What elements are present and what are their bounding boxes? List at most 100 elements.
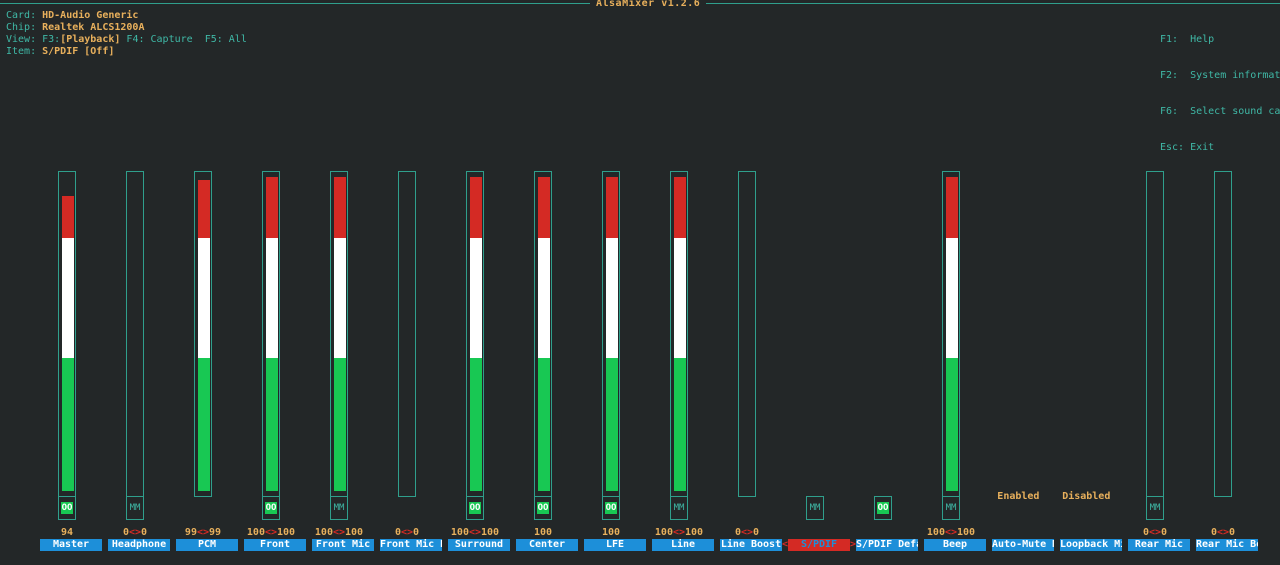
volume-slider[interactable] (942, 171, 960, 497)
mute-switch[interactable]: MM (126, 496, 144, 520)
level-high (674, 177, 686, 238)
chip-row: Chip: Realtek ALCS1200A (6, 22, 247, 34)
level-low (470, 358, 482, 491)
volume-slider[interactable] (194, 171, 212, 497)
switch-on-indicator: OO (877, 502, 889, 514)
mute-switch[interactable]: OO (466, 496, 484, 520)
level-low (674, 358, 686, 491)
channel-label[interactable]: Headphone (108, 539, 170, 551)
level-low (198, 358, 210, 491)
volume-value: 0<>0 (1210, 527, 1236, 538)
item-label: Item: (6, 46, 43, 57)
item-row: Item: S/PDIF [Off] (6, 46, 247, 58)
switch-muted-indicator: MM (673, 503, 685, 513)
level-high (198, 180, 210, 238)
channel-label[interactable]: Line (652, 539, 714, 551)
volume-slider[interactable] (602, 171, 620, 497)
level-mid (946, 238, 958, 358)
window-title: AlsaMixer v1.2.6 (590, 0, 707, 10)
level-low (538, 358, 550, 491)
enum-value[interactable]: Disabled (1062, 491, 1110, 503)
volume-slider[interactable] (262, 171, 280, 497)
mute-switch[interactable]: OO (58, 496, 76, 520)
mixer-info-panel: Card: HD-Audio Generic Chip: Realtek ALC… (6, 10, 247, 58)
level-mid (538, 238, 550, 358)
mute-switch[interactable]: OO (874, 496, 892, 520)
card-value: HD-Audio Generic (42, 10, 139, 21)
level-mid (198, 238, 210, 358)
mute-switch[interactable]: MM (670, 496, 688, 520)
chip-label: Chip: (6, 22, 43, 33)
level-high (334, 177, 346, 238)
channel-label[interactable]: Surround (448, 539, 510, 551)
level-low (266, 358, 278, 491)
help-f6[interactable]: F6: Select sound card (1160, 106, 1280, 118)
chip-value: Realtek ALCS1200A (42, 22, 145, 33)
view-playback[interactable]: [Playback] (60, 34, 120, 45)
switch-on-indicator: OO (61, 502, 73, 514)
volume-slider[interactable] (398, 171, 416, 497)
level-high (946, 177, 958, 238)
volume-slider[interactable] (1146, 171, 1164, 497)
level-low (62, 358, 74, 491)
mute-switch[interactable]: OO (262, 496, 280, 520)
level-low (946, 358, 958, 491)
channel-label[interactable]: Rear Mic (1128, 539, 1190, 551)
channel-label[interactable]: Center (516, 539, 578, 551)
channel-label[interactable]: Beep (924, 539, 986, 551)
channel-label[interactable]: Rear Mic Bo (1196, 539, 1258, 551)
channel-label[interactable]: Master (40, 539, 102, 551)
level-low (606, 358, 618, 491)
level-high (606, 177, 618, 238)
level-mid (334, 238, 346, 358)
channel-label[interactable]: Front Mic (312, 539, 374, 551)
channel-label[interactable]: S/PDIF (788, 539, 850, 551)
channel-label[interactable]: PCM (176, 539, 238, 551)
volume-slider[interactable] (1214, 171, 1232, 497)
channel-label[interactable]: Front Mic B (380, 539, 442, 551)
volume-slider[interactable] (670, 171, 688, 497)
channel-label[interactable]: LFE (584, 539, 646, 551)
mute-switch[interactable]: MM (1146, 496, 1164, 520)
volume-slider[interactable] (738, 171, 756, 497)
level-high (266, 177, 278, 238)
view-row: View: F3:[Playback] F4: Capture F5: All (6, 34, 247, 46)
card-label: Card: (6, 10, 43, 21)
channel-label[interactable]: Line Boost (720, 539, 782, 551)
volume-value: 100<>100 (926, 527, 976, 538)
view-label: View: F3: (6, 34, 61, 45)
switch-muted-indicator: MM (945, 503, 957, 513)
volume-value: 0<>0 (734, 527, 760, 538)
help-f1[interactable]: F1: Help (1160, 34, 1280, 46)
mute-switch[interactable]: OO (602, 496, 620, 520)
level-mid (674, 238, 686, 358)
switch-on-indicator: OO (537, 502, 549, 514)
channel-label[interactable]: S/PDIF Defa (856, 539, 918, 551)
level-mid (62, 238, 74, 358)
volume-slider[interactable] (330, 171, 348, 497)
mute-switch[interactable]: MM (806, 496, 824, 520)
item-value: S/PDIF [Off] (42, 46, 115, 57)
card-row: Card: HD-Audio Generic (6, 10, 247, 22)
mute-switch[interactable]: MM (330, 496, 348, 520)
level-high (62, 195, 74, 238)
level-mid (266, 238, 278, 358)
volume-slider[interactable] (58, 171, 76, 497)
mute-switch[interactable]: MM (942, 496, 960, 520)
enum-value[interactable]: Enabled (997, 491, 1039, 503)
channel-label[interactable]: Front (244, 539, 306, 551)
level-high (470, 177, 482, 238)
help-esc[interactable]: Esc: Exit (1160, 142, 1280, 154)
volume-slider[interactable] (534, 171, 552, 497)
volume-slider[interactable] (466, 171, 484, 497)
volume-slider[interactable] (126, 171, 144, 497)
channel-label[interactable]: Auto-Mute M (992, 539, 1054, 551)
view-other-options[interactable]: F4: Capture F5: All (120, 34, 246, 45)
mute-switch[interactable]: OO (534, 496, 552, 520)
switch-muted-indicator: MM (333, 503, 345, 513)
help-f2[interactable]: F2: System information (1160, 70, 1280, 82)
channel-label[interactable]: Loopback Mi (1060, 539, 1122, 551)
help-panel: F1: Help F2: System information F6: Sele… (1160, 10, 1280, 166)
level-low (334, 358, 346, 491)
switch-muted-indicator: MM (1149, 503, 1161, 513)
